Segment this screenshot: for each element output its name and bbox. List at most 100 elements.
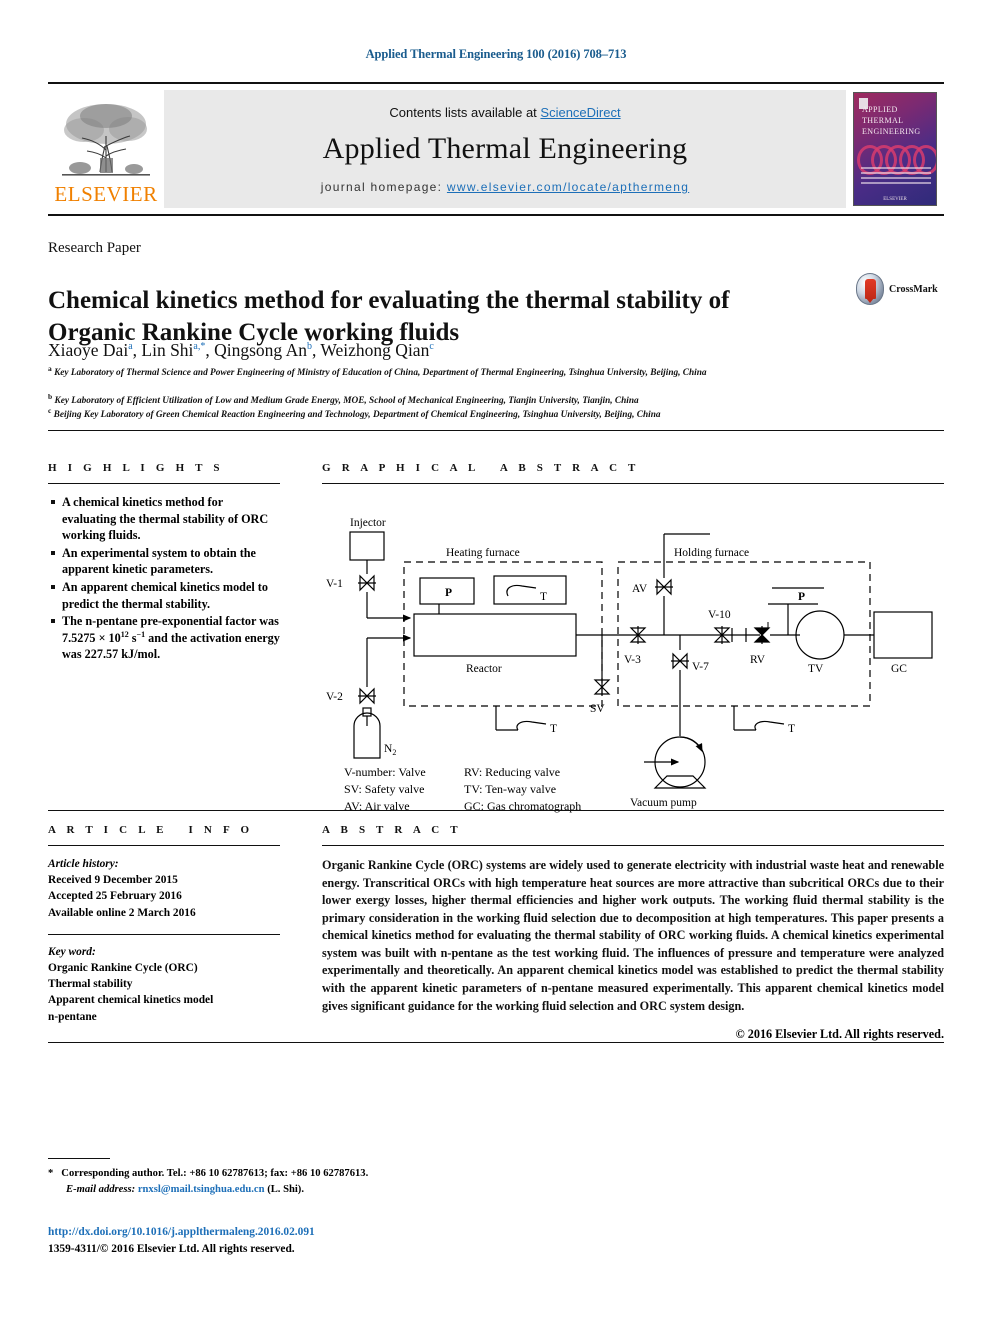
article-history-received: Received 9 December 2015 [48,874,178,887]
highlight-item-2: An experimental system to obtain the app… [51,545,280,578]
footnote-rule [48,1158,110,1159]
sciencedirect-link[interactable]: ScienceDirect [540,105,620,120]
crossmark-icon [856,273,884,305]
cover-text-lines [861,167,931,189]
author-1: Xiaoye Daia [48,340,133,360]
highlights-heading: H I G H L I G H T S [48,462,224,474]
author-list: Xiaoye Daia, Lin Shia,*, Qingsong Anb, W… [48,340,434,360]
affiliation-b-text: Key Laboratory of Efficient Utilization … [54,396,639,407]
article-info-heading: A R T I C L E I N F O [48,824,254,836]
diagram-label-v2: V-2 [326,691,343,703]
highlight-item-3: An apparent chemical kinetics model to p… [51,579,280,612]
keyword-2: Thermal stability [48,978,133,991]
diagram-label-t1: T [540,591,547,603]
graphical-abstract-section: G R A P H I C A L A B S T R A C T Inject… [322,462,944,822]
email-label: E-mail address: [66,1183,136,1195]
affiliation-c-text: Beijing Key Laboratory of Green Chemical… [53,410,661,421]
corresponding-author-note: * Corresponding author. Tel.: +86 10 6278… [48,1166,648,1198]
journal-masthead: ELSEVIER Contents lists available at Sci… [48,82,944,216]
diagram-label-av: AV [632,583,648,595]
section-divider-top [48,430,944,431]
experimental-system-diagram: Injector Heating furnace Holding furnace… [326,517,933,813]
affiliation-a-mark: a [48,364,52,373]
cover-footer: ELSEVIER [883,197,907,202]
diagram-label-rv: RV [750,654,766,666]
article-info-divider [48,933,280,935]
cover-title-line1: APPLIED [862,105,898,114]
corresponding-author-star: * [48,1168,54,1179]
doi-link[interactable]: http://dx.doi.org/10.1016/j.applthermale… [48,1226,315,1238]
graphical-abstract-heading: G R A P H I C A L A B S T R A C T [322,462,640,474]
diagram-label-vacuum-pump: Vacuum pump [630,797,697,809]
highlight-item-4: The n-pentane pre-exponential factor was… [51,613,280,663]
article-history-accepted: Accepted 25 February 2016 [48,890,182,903]
keyword-1: Organic Rankine Cycle (ORC) [48,961,198,974]
keyword-4: n-pentane [48,1010,97,1023]
graphical-abstract-heading-rule [322,483,944,484]
section-divider-middle [48,810,944,811]
author-4-marks: c [429,341,434,353]
masthead-center: Contents lists available at ScienceDirec… [164,90,846,208]
section-divider-bottom [48,1042,944,1043]
author-3: Qingsong Anb [214,340,312,360]
email-line: E-mail address: rnxsl@mail.tsinghua.edu.… [48,1182,648,1198]
highlight-4-exponent-1: 12 [120,629,129,639]
highlight-item-1: A chemical kinetics method for evaluatin… [51,494,280,544]
highlights-heading-rule [48,483,280,484]
author-2: Lin Shia,* [141,340,206,360]
cover-title-line2: THERMAL [862,115,904,125]
abstract-copyright: © 2016 Elsevier Ltd. All rights reserved… [735,1027,944,1042]
diagram-label-v7: V-7 [692,661,709,673]
keywords-label: Key word: [48,945,96,958]
keywords-block: Key word: Organic Rankine Cycle (ORC) Th… [48,944,280,1025]
diagram-label-heating-furnace: Heating furnace [446,547,520,559]
diagram-label-v3: V-3 [624,654,641,666]
cover-title-line3: ENGINEERING [862,126,921,136]
graphical-abstract-figure: Injector Heating furnace Holding furnace… [322,500,944,822]
keyword-3: Apparent chemical kinetics model [48,994,214,1007]
contents-prefix: Contents lists available at [389,104,541,120]
diagram-label-injector: Injector [350,517,386,529]
affiliation-a-text: Key Laboratory of Thermal Science and Po… [54,368,707,379]
crossmark-label: CrossMark [889,283,938,295]
author-1-marks: a [128,341,133,353]
elsevier-logo: ELSEVIER [48,84,164,214]
article-info-heading-rule [48,845,280,846]
diagram-label-gc: GC [891,663,907,675]
legend-row-2-right: TV: Ten-way valve [464,782,556,796]
legend-row-2-left: SV: Safety valve [344,782,424,796]
email-person: (L. Shi). [267,1183,304,1195]
affiliation-c-mark: c [48,406,52,415]
issn-copyright: 1359-4311/© 2016 Elsevier Ltd. All right… [48,1242,295,1255]
diagram-label-v10: V-10 [708,609,731,621]
journal-homepage-line: journal homepage: www.elsevier.com/locat… [321,180,689,194]
article-history-label: Article history: [48,858,119,870]
contents-available-line: Contents lists available at ScienceDirec… [389,105,620,120]
diagram-label-v1: V-1 [326,578,343,590]
elsevier-tree-icon [62,103,150,176]
elsevier-wordmark: ELSEVIER [54,181,158,206]
cover-title: APPLIED THERMAL ENGINEERING [862,105,932,137]
diagram-label-p2: P [798,591,805,603]
crossmark-badge[interactable]: CrossMark [856,272,952,306]
journal-cover-thumbnail: APPLIED THERMAL ENGINEERING ELSEVIER [846,84,944,214]
abstract-section: A B S T R A C T Organic Rankine Cycle (O… [322,824,944,1042]
doi-block: http://dx.doi.org/10.1016/j.applthermale… [48,1224,315,1257]
affiliation-b-mark: b [48,392,53,401]
author-4: Weizhong Qianc [320,340,434,360]
running-head: Applied Thermal Engineering 100 (2016) 7… [365,47,627,61]
journal-homepage-link[interactable]: www.elsevier.com/locate/apthermeng [447,180,689,194]
diagram-label-sv: SV [590,703,605,715]
journal-title: Applied Thermal Engineering [322,131,688,165]
affiliation-c: c Beijing Key Laboratory of Green Chemic… [48,406,838,423]
article-first-page: Applied Thermal Engineering 100 (2016) 7… [0,0,992,1323]
abstract-heading-rule [322,845,944,846]
highlights-section: H I G H L I G H T S A chemical kinetics … [48,462,280,664]
homepage-prefix: journal homepage: [320,179,447,194]
legend-row-1-left: V-number: Valve [344,765,426,779]
diagram-label-holding-furnace: Holding furnace [674,547,749,559]
diagram-label-reactor: Reactor [466,663,502,675]
affiliation-a: a Key Laboratory of Thermal Science and … [48,364,838,381]
email-link[interactable]: rnxsl@mail.tsinghua.edu.cn [138,1184,265,1195]
abstract-heading: A B S T R A C T [322,824,462,836]
